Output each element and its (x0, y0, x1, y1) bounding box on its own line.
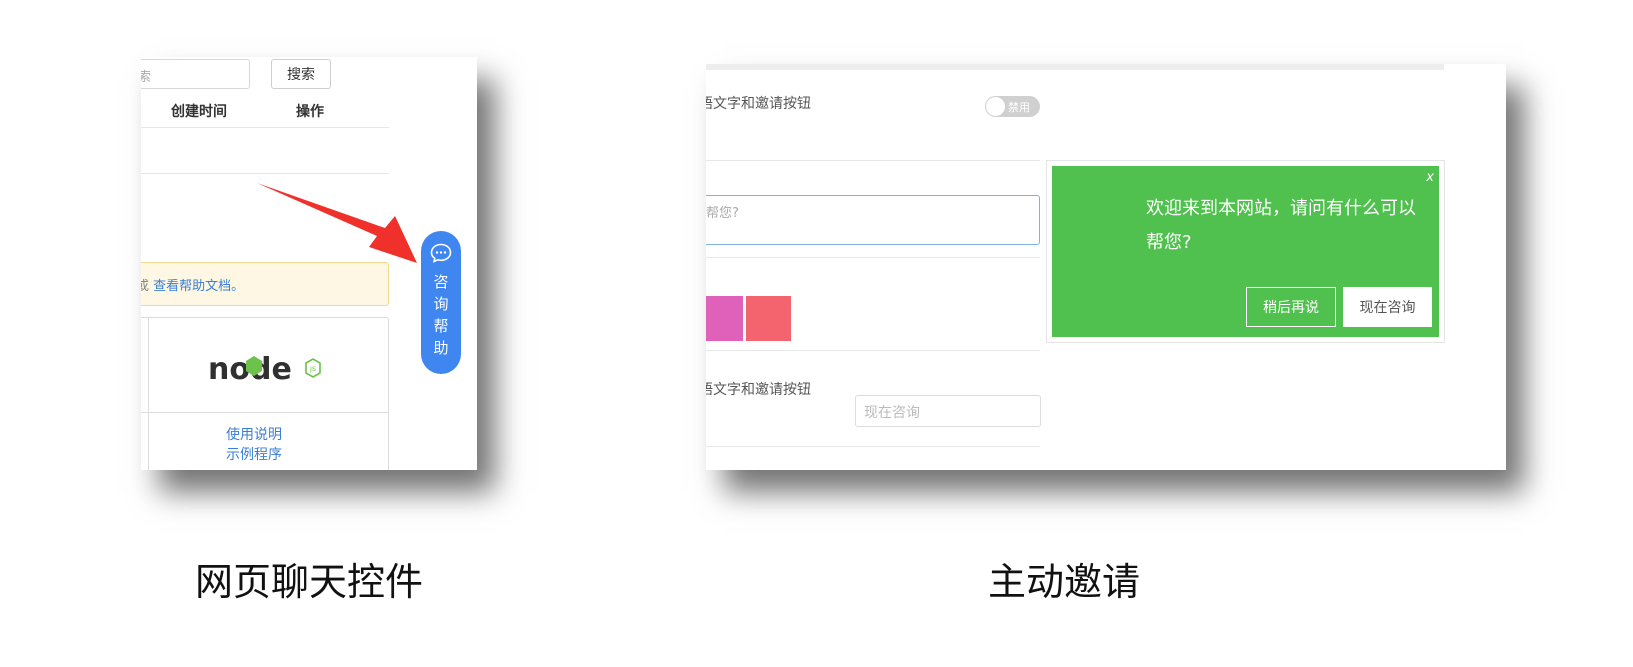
example-link[interactable]: 示例程序 (226, 444, 282, 464)
setting-label: 语文字和邀请按钮 (706, 382, 811, 398)
help-doc-link[interactable]: 查看帮助文档 (153, 279, 231, 294)
color-swatch-red[interactable] (746, 296, 791, 341)
chat-char: 咨 (433, 273, 449, 291)
nodejs-logo: node JS (208, 352, 321, 387)
search-input[interactable]: 索 (141, 59, 250, 89)
textarea-text: 帮您? (706, 206, 739, 221)
red-arrow-icon (257, 183, 417, 263)
chat-bubble-icon (430, 243, 452, 263)
chat-widget-button[interactable]: 咨 询 帮 助 (421, 231, 461, 374)
help-tip: 或 查看帮助文档。 (141, 262, 389, 306)
card-divider (148, 318, 149, 470)
invite-message-textarea[interactable]: 帮您? (706, 195, 1040, 245)
column-header-created-time: 创建时间 (171, 104, 227, 120)
column-header-actions: 操作 (296, 104, 324, 120)
consult-now-button[interactable]: 现在咨询 (1343, 287, 1432, 327)
usage-link[interactable]: 使用说明 (226, 424, 282, 444)
chat-char: 帮 (433, 317, 449, 335)
sdk-card: node JS 使用说明 示例程序 (141, 317, 389, 470)
nodejs-logo-badge: JS (309, 365, 316, 373)
caption-chat-widget: 网页聊天控件 (195, 560, 424, 604)
input-placeholder: 现在咨询 (864, 405, 920, 421)
help-tip-prefix: 或 (141, 279, 150, 294)
enable-toggle[interactable]: 禁用 (985, 96, 1040, 117)
invite-popup: x 欢迎来到本网站，请问有什么可以帮您? 稍后再说 现在咨询 (1052, 166, 1439, 337)
chat-widget-screenshot: 索 搜索 创建时间 操作 或 查看帮助文档。 node JS 使用说明 示例程序… (141, 57, 477, 470)
table-divider (141, 173, 389, 174)
help-tip-suffix: 。 (231, 279, 245, 294)
row-divider (706, 160, 1040, 161)
chat-char: 询 (433, 295, 449, 313)
row-divider (706, 350, 1040, 351)
toggle-text: 禁用 (1008, 101, 1030, 114)
invite-message: 欢迎来到本网站，请问有什么可以帮您? (1146, 198, 1416, 253)
invite-button-text-input[interactable]: 现在咨询 (855, 395, 1041, 427)
color-swatch-pink[interactable] (706, 296, 743, 341)
row-divider (706, 446, 1040, 447)
row-divider (706, 257, 1040, 258)
top-strip (706, 64, 1444, 70)
chat-char: 助 (433, 339, 449, 357)
search-button[interactable]: 搜索 (271, 59, 331, 89)
table-divider (141, 127, 389, 128)
toggle-knob (986, 97, 1005, 116)
later-button[interactable]: 稍后再说 (1246, 287, 1336, 327)
invite-preview: x 欢迎来到本网站，请问有什么可以帮您? 稍后再说 现在咨询 (1046, 160, 1445, 343)
caption-proactive-invite: 主动邀请 (988, 560, 1141, 604)
invite-settings-screenshot: 语文字和邀请按钮 禁用 帮您? 语文字和邀请按钮 现在咨询 x 欢迎来到本网站，… (706, 64, 1506, 470)
search-placeholder: 索 (141, 70, 152, 85)
chat-widget-label: 咨 询 帮 助 (421, 271, 461, 359)
close-icon[interactable]: x (1426, 170, 1434, 185)
card-divider (141, 412, 388, 413)
setting-label: 语文字和邀请按钮 (706, 96, 811, 112)
